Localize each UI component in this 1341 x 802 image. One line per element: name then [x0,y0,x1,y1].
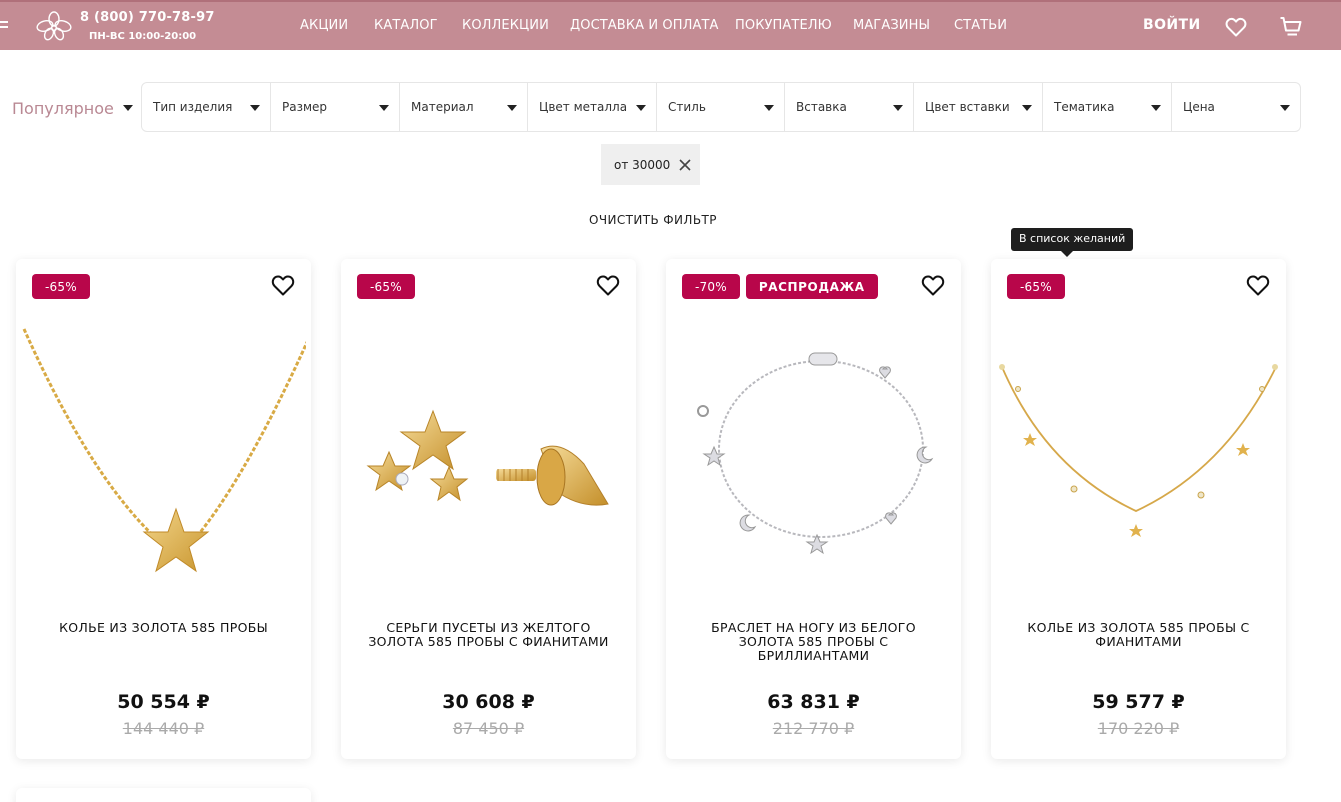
product-card[interactable]: -65% СЕРЬГИ ПУСЕТЫ ИЗ ЖЕЛТОГО ЗОЛОТА 585… [341,259,636,759]
filter-product-type[interactable]: Тип изделия [142,83,271,131]
product-card[interactable] [16,788,311,802]
discount-badge: -65% [1007,274,1065,299]
product-title[interactable]: КОЛЬЕ ИЗ ЗОЛОТА 585 ПРОБЫ С ФИАНИТАМИ [1011,621,1266,649]
nav-item-delivery[interactable]: ДОСТАВКА И ОПЛАТА [570,18,719,33]
chevron-down-icon [764,105,774,111]
chevron-down-icon [250,105,260,111]
site-header: 8 (800) 770-78-97 ПН-ВС 10:00-20:00 АКЦИ… [0,0,1341,50]
product-price: 30 608 ₽ [442,691,535,713]
product-card[interactable]: -65% КОЛЬЕ ИЗ ЗОЛОТА 585 ПРОБЫ С ФИАНИТА… [991,259,1286,759]
heart-icon[interactable] [595,273,621,297]
product-card[interactable]: -65% КОЛЬЕ ИЗ ЗОЛОТА 585 ПРОБЫ 50 554 ₽ … [16,259,311,759]
nav-item-collections[interactable]: КОЛЛЕКЦИИ [462,18,549,33]
nav-item-customer[interactable]: ПОКУПАТЕЛЮ [735,18,832,33]
login-button[interactable]: ВОЙТИ [1143,17,1201,33]
heart-icon[interactable] [1224,15,1248,39]
badge-group: -70% РАСПРОДАЖА [682,274,878,299]
chevron-down-icon [379,105,389,111]
badge-group: -65% [32,274,90,299]
chip-label: от 30000 [614,157,671,172]
heart-icon[interactable] [920,273,946,297]
filter-size[interactable]: Размер [271,83,400,131]
chevron-down-icon [636,105,646,111]
product-title[interactable]: СЕРЬГИ ПУСЕТЫ ИЗ ЖЕЛТОГО ЗОЛОТА 585 ПРОБ… [361,621,616,649]
product-title[interactable]: БРАСЛЕТ НА НОГУ ИЗ БЕЛОГО ЗОЛОТА 585 ПРО… [686,621,941,663]
chevron-down-icon [1280,105,1290,111]
nav-item-articles[interactable]: СТАТЬИ [954,18,1007,33]
chevron-down-icon [1151,105,1161,111]
product-title[interactable]: КОЛЬЕ ИЗ ЗОЛОТА 585 ПРОБЫ [36,621,291,635]
filter-style[interactable]: Стиль [657,83,785,131]
nav-item-promotions[interactable]: АКЦИИ [300,18,348,33]
filter-insert-color[interactable]: Цвет вставки [914,83,1043,131]
filter-insert[interactable]: Вставка [785,83,914,131]
heart-icon[interactable] [270,273,296,297]
sort-dropdown[interactable]: Популярное [12,97,133,119]
nav-item-stores[interactable]: МАГАЗИНЫ [853,18,930,33]
product-card[interactable]: -70% РАСПРОДАЖА БРАСЛЕТ НА НОГУ ИЗ БЕЛОГ… [666,259,961,759]
cart-icon[interactable] [1279,15,1303,39]
discount-badge: -65% [357,274,415,299]
product-old-price: 87 450 ₽ [452,719,525,738]
filter-material[interactable]: Материал [400,83,528,131]
sale-badge: РАСПРОДАЖА [745,274,878,299]
filter-theme[interactable]: Тематика [1043,83,1172,131]
white-gold-anklet-image[interactable] [671,319,956,609]
filter-bar: Тип изделия Размер Материал Цвет металла… [141,82,1301,132]
discount-badge: -70% [682,274,740,299]
gold-star-earrings-image[interactable] [346,319,631,609]
badge-group: -65% [357,274,415,299]
chevron-down-icon [122,105,133,111]
product-old-price: 144 440 ₽ [122,719,205,738]
heart-icon[interactable] [1245,273,1271,297]
gold-charm-necklace-image[interactable] [996,319,1281,609]
gold-star-necklace-image[interactable] [21,319,306,609]
product-price: 63 831 ₽ [767,691,860,713]
chevron-down-icon [893,105,903,111]
clear-filter-link[interactable]: ОЧИСТИТЬ ФИЛЬТР [589,213,717,227]
sort-label: Популярное [12,98,114,118]
chevron-down-icon [1022,105,1032,111]
nav-item-catalog[interactable]: КАТАЛОГ [374,18,438,33]
active-filter-chip[interactable]: от 30000 [601,144,700,185]
filter-metal-color[interactable]: Цвет металла [528,83,657,131]
discount-badge: -65% [32,274,90,299]
product-price: 50 554 ₽ [117,691,210,713]
wishlist-tooltip: В список желаний [1011,228,1134,257]
badge-group: -65% [1007,274,1065,299]
chevron-down-icon [507,105,517,111]
main-nav: АКЦИИ КАТАЛОГ КОЛЛЕКЦИИ ДОСТАВКА И ОПЛАТ… [0,18,1341,38]
product-price: 59 577 ₽ [1092,691,1185,713]
product-old-price: 170 220 ₽ [1097,719,1180,738]
product-old-price: 212 770 ₽ [772,719,855,738]
filter-price[interactable]: Цена [1172,83,1300,131]
close-icon[interactable] [678,158,692,172]
